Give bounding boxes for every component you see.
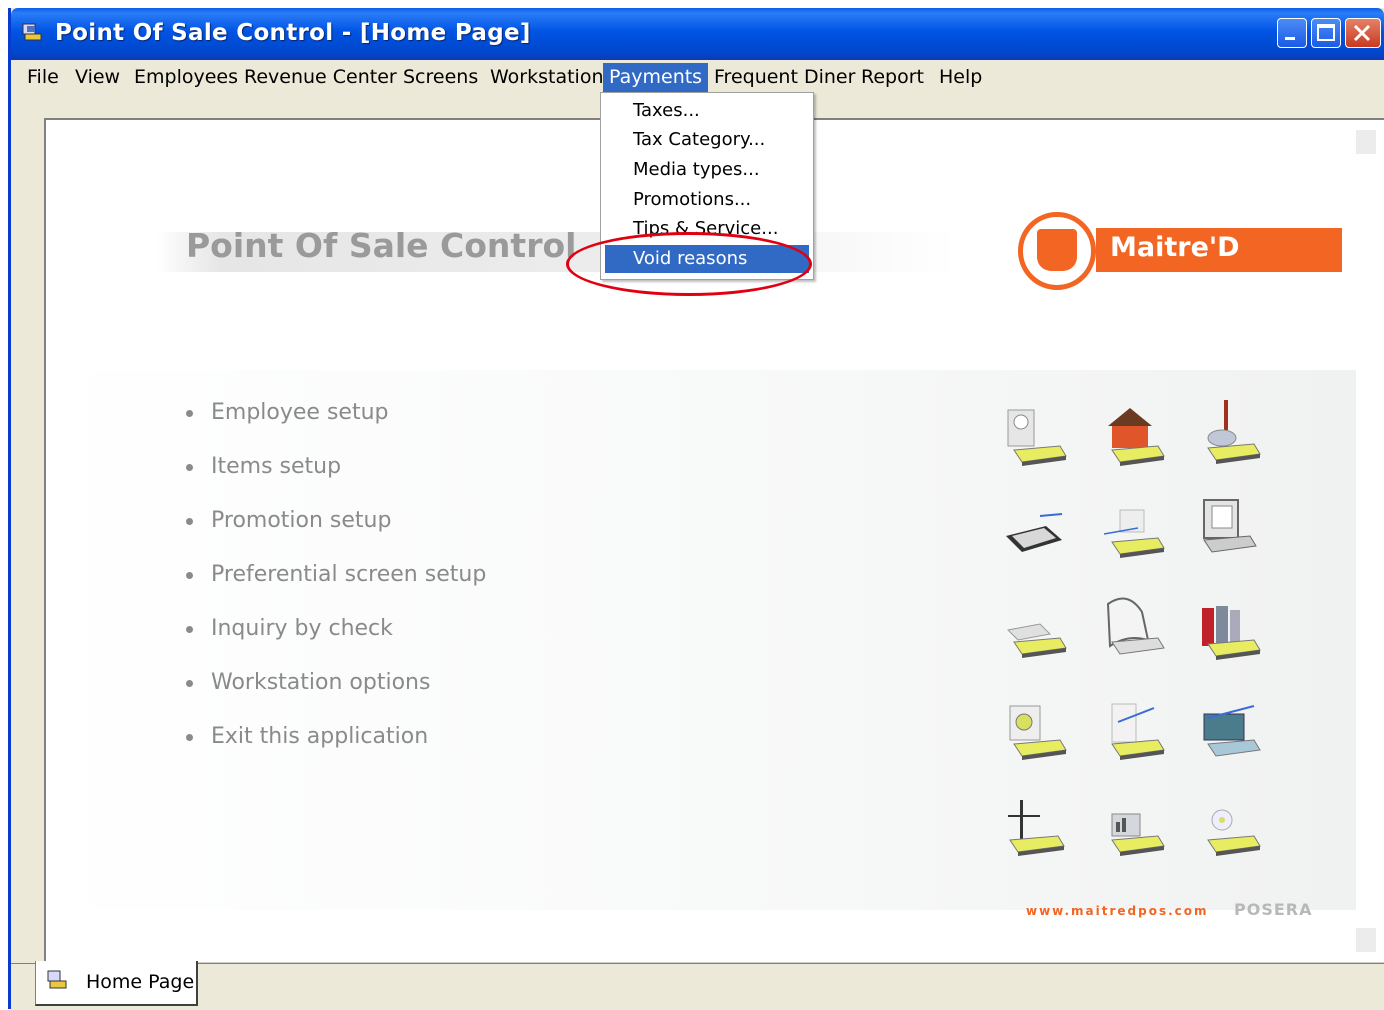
link-inquiry-by-check[interactable]: Inquiry by check	[186, 616, 393, 641]
books-icon	[1202, 606, 1261, 660]
menu-report[interactable]: Report	[855, 63, 930, 93]
menu-item-taxes[interactable]: Taxes...	[605, 97, 809, 125]
close-button[interactable]	[1345, 18, 1381, 48]
network-icon	[1111, 703, 1165, 760]
title-bar[interactable]: Point Of Sale Control - [Home Page]	[11, 8, 1384, 60]
menu-employees[interactable]: Employees	[128, 63, 244, 93]
flask-icon	[1207, 400, 1261, 464]
menu-frequent-diner[interactable]: Frequent Diner	[708, 63, 861, 93]
scroll-down-icon[interactable]	[1356, 928, 1376, 952]
close-icon	[1353, 24, 1371, 42]
house-icon	[1108, 408, 1165, 466]
highlight-ellipse	[566, 232, 812, 296]
page-title: Point Of Sale Control	[186, 226, 577, 265]
tab-home-page[interactable]: Home Page	[35, 961, 198, 1006]
link-items-setup[interactable]: Items setup	[186, 454, 341, 479]
brand-name: Maitre'D	[1110, 232, 1240, 263]
crane-icon	[1008, 800, 1065, 856]
home-page-icon	[47, 970, 67, 989]
posera-logo: POSERA	[1234, 900, 1313, 919]
disk-icon	[1009, 705, 1067, 760]
app-icon	[22, 23, 42, 41]
tab-home-page-label: Home Page	[86, 971, 195, 993]
cd-icon	[1207, 809, 1261, 856]
menu-file[interactable]: File	[21, 63, 65, 93]
server-icon	[1203, 705, 1261, 757]
maximize-icon	[1317, 24, 1335, 41]
printer-icon	[1106, 597, 1165, 655]
website-url[interactable]: www.maitredpos.com	[1026, 904, 1209, 918]
window-title: Point Of Sale Control - [Home Page]	[55, 20, 531, 46]
scroll-up-icon[interactable]	[1356, 130, 1376, 154]
document-tab-bar: Home Page	[11, 961, 1384, 1010]
link-promotion-setup[interactable]: Promotion setup	[186, 508, 391, 533]
link-exit-application[interactable]: Exit this application	[186, 724, 428, 749]
minimize-button[interactable]	[1277, 18, 1307, 48]
menu-workstation[interactable]: Workstation	[484, 63, 610, 93]
computer-icon	[1203, 499, 1257, 553]
menu-revenue-center[interactable]: Revenue Center	[238, 63, 403, 93]
menu-bar: File View Employees Revenue Center Scree…	[11, 60, 1384, 94]
minimize-icon	[1285, 37, 1295, 40]
cd-reader-icon	[1007, 409, 1067, 466]
menu-item-promotions[interactable]: Promotions...	[605, 186, 809, 214]
document-icon	[1103, 509, 1165, 558]
menu-item-media-types[interactable]: Media types...	[605, 156, 809, 184]
menu-help[interactable]: Help	[933, 63, 988, 93]
chart-icon	[1111, 813, 1165, 856]
menu-item-tax-category[interactable]: Tax Category...	[605, 126, 809, 154]
link-employee-setup[interactable]: Employee setup	[186, 400, 388, 425]
paper-stack-icon	[1006, 623, 1067, 658]
menu-screens[interactable]: Screens	[397, 63, 484, 93]
maitred-logo-icon	[1018, 212, 1096, 290]
maximize-button[interactable]	[1311, 18, 1341, 48]
link-preferential-screen-setup[interactable]: Preferential screen setup	[186, 562, 486, 587]
link-workstation-options[interactable]: Workstation options	[186, 670, 430, 695]
menu-payments[interactable]: Payments	[603, 63, 709, 93]
laptop-icon	[1006, 513, 1063, 552]
menu-view[interactable]: View	[69, 63, 126, 93]
